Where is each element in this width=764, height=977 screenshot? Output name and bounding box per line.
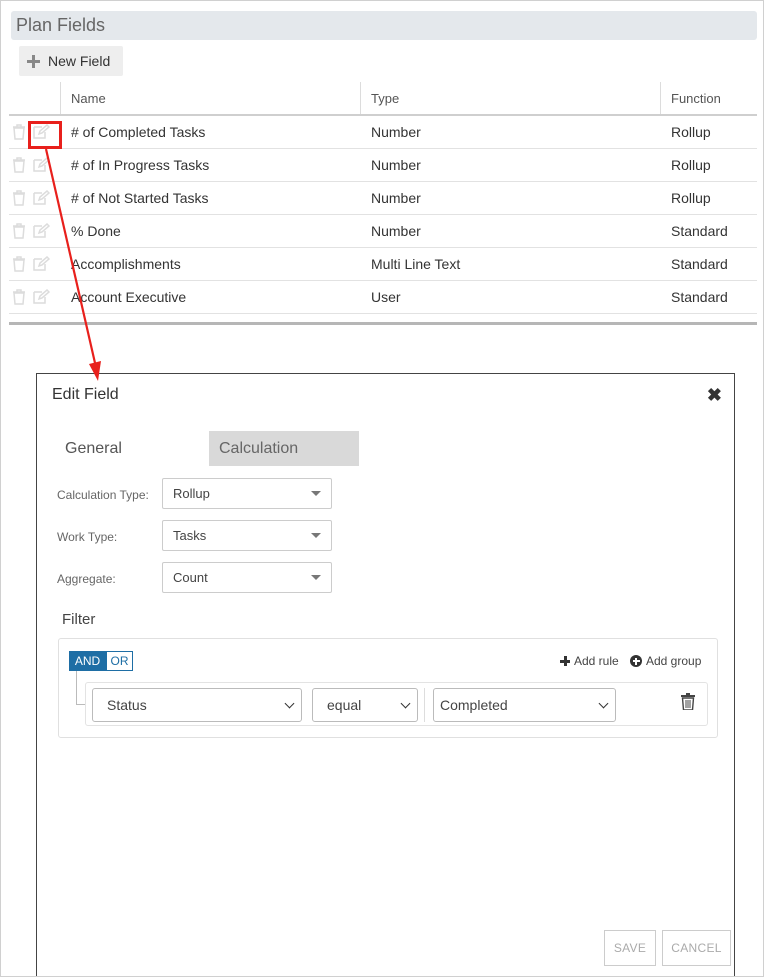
table-header: Name Type Function — [9, 82, 757, 116]
cell-name: # of Not Started Tasks — [71, 190, 209, 206]
column-header-name[interactable]: Name — [60, 82, 360, 114]
and-button[interactable]: AND — [69, 651, 106, 671]
cell-type: Multi Line Text — [371, 256, 461, 272]
trash-icon[interactable] — [681, 693, 695, 710]
row-actions — [12, 223, 50, 239]
filter-builder: AND OR Add rule Add group Status equal C… — [58, 638, 718, 738]
cell-name: Accomplishments — [71, 256, 181, 272]
add-group-label: Add group — [646, 654, 702, 668]
trash-icon[interactable] — [12, 256, 26, 272]
edit-icon[interactable] — [32, 223, 50, 239]
trash-icon[interactable] — [12, 157, 26, 173]
row-actions — [12, 289, 50, 305]
aggregate-label: Aggregate: — [57, 572, 116, 586]
cell-function: Standard — [671, 223, 728, 239]
cell-type: Number — [371, 223, 421, 239]
rule-value-select[interactable]: Completed — [433, 688, 616, 722]
group-connector — [76, 671, 85, 705]
cell-function: Rollup — [671, 157, 711, 173]
cell-type: User — [371, 289, 401, 305]
tab-calculation[interactable]: Calculation — [209, 431, 359, 466]
plus-icon — [27, 54, 40, 68]
edit-icon[interactable] — [32, 157, 50, 173]
row-actions — [12, 190, 50, 206]
work-type-label: Work Type: — [57, 530, 118, 544]
table-row[interactable]: % Done Number Standard — [9, 215, 757, 248]
add-group-button[interactable]: Add group — [630, 654, 701, 668]
work-type-value: Tasks — [173, 528, 207, 543]
rule-operator-value: equal — [327, 697, 362, 713]
table-bottom-rule — [9, 322, 757, 325]
tab-general[interactable]: General — [65, 431, 185, 466]
cell-function: Standard — [671, 289, 728, 305]
calculation-type-value: Rollup — [173, 486, 210, 501]
trash-icon[interactable] — [12, 223, 26, 239]
fields-table: Name Type Function # of Completed Tasks … — [9, 82, 757, 325]
chevron-down-icon — [311, 491, 321, 496]
rule-field-select[interactable]: Status — [92, 688, 302, 722]
panel-title: Plan Fields — [11, 11, 757, 40]
column-header-function[interactable]: Function — [660, 82, 757, 114]
trash-icon[interactable] — [12, 190, 26, 206]
plus-icon — [560, 656, 570, 666]
cell-name: % Done — [71, 223, 121, 239]
plus-circle-icon — [630, 655, 642, 667]
dialog-title: Edit Field — [52, 386, 119, 403]
edit-field-dialog: Edit Field ✖ General Calculation Calcula… — [36, 373, 735, 977]
new-field-label: New Field — [48, 53, 111, 69]
chevron-down-icon — [311, 575, 321, 580]
chevron-down-icon — [311, 533, 321, 538]
calculation-type-select[interactable]: Rollup — [162, 478, 332, 509]
aggregate-select[interactable]: Count — [162, 562, 332, 593]
edit-icon[interactable] — [32, 256, 50, 272]
rule-operator-select[interactable]: equal — [312, 688, 418, 722]
annotation-highlight-box — [28, 121, 62, 149]
cell-function: Rollup — [671, 190, 711, 206]
cell-name: Account Executive — [71, 289, 187, 305]
table-row[interactable]: # of Not Started Tasks Number Rollup — [9, 182, 757, 215]
rule-field-value: Status — [107, 697, 147, 713]
table-row[interactable]: Account Executive User Standard — [9, 281, 757, 314]
edit-icon[interactable] — [32, 190, 50, 206]
cell-function: Rollup — [671, 124, 711, 140]
cell-function: Standard — [671, 256, 728, 272]
table-row[interactable]: Accomplishments Multi Line Text Standard — [9, 248, 757, 281]
column-header-type[interactable]: Type — [360, 82, 660, 114]
filter-rule: Status equal Completed — [85, 682, 708, 726]
calculation-type-label: Calculation Type: — [57, 488, 149, 502]
row-actions — [12, 157, 50, 173]
new-field-button[interactable]: New Field — [19, 46, 123, 76]
add-rule-button[interactable]: Add rule — [560, 654, 619, 668]
trash-icon[interactable] — [12, 289, 26, 305]
rule-value: Completed — [440, 697, 508, 713]
cancel-button[interactable]: CANCEL — [662, 930, 731, 966]
chevron-down-icon — [284, 698, 295, 709]
rule-divider — [424, 688, 425, 722]
chevron-down-icon — [400, 698, 411, 709]
filter-heading: Filter — [62, 611, 96, 628]
row-actions — [12, 256, 50, 272]
cell-type: Number — [371, 190, 421, 206]
cell-type: Number — [371, 157, 421, 173]
edit-icon[interactable] — [32, 289, 50, 305]
chevron-down-icon — [598, 698, 609, 709]
trash-icon[interactable] — [12, 124, 26, 140]
work-type-select[interactable]: Tasks — [162, 520, 332, 551]
save-button[interactable]: SAVE — [604, 930, 656, 966]
aggregate-value: Count — [173, 570, 208, 585]
cell-name: # of Completed Tasks — [71, 124, 206, 140]
cell-name: # of In Progress Tasks — [71, 157, 210, 173]
close-icon[interactable]: ✖ — [707, 385, 722, 406]
condition-toggle: AND OR — [69, 651, 133, 671]
add-rule-label: Add rule — [574, 654, 619, 668]
cell-type: Number — [371, 124, 421, 140]
table-row[interactable]: # of Completed Tasks Number Rollup — [9, 116, 757, 149]
table-row[interactable]: # of In Progress Tasks Number Rollup — [9, 149, 757, 182]
or-button[interactable]: OR — [106, 651, 133, 671]
